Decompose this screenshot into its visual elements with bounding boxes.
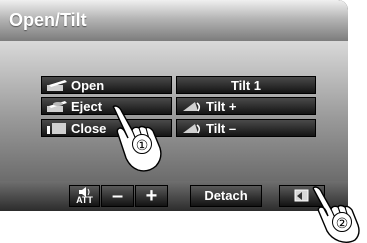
- tilt-plus-button[interactable]: Tilt +: [176, 97, 316, 115]
- device-screen: Open/Tilt Open Eject Close Tilt 1 Tilt +…: [0, 0, 348, 211]
- att-label: ATT: [76, 195, 93, 205]
- volume-up-button[interactable]: +: [135, 185, 168, 207]
- tilt-1-label: Tilt 1: [230, 78, 262, 93]
- open-label: Open: [71, 78, 105, 93]
- page-title: Open/Tilt: [9, 10, 87, 30]
- bottom-bar: ATT – + Detach: [0, 181, 348, 211]
- tilt-minus-label: Tilt –: [206, 121, 237, 136]
- open-icon: [47, 80, 67, 91]
- tilt-plus-icon: [183, 102, 201, 112]
- detach-button[interactable]: Detach: [190, 185, 262, 207]
- callout-1: ①: [108, 104, 168, 174]
- volume-down-button[interactable]: –: [101, 185, 134, 207]
- callout-number-2: ②: [332, 212, 352, 232]
- tilt-minus-icon: [183, 124, 201, 134]
- callout-number-1: ①: [132, 134, 152, 154]
- close-icon: [47, 123, 66, 134]
- tilt-1-button[interactable]: Tilt 1: [176, 76, 316, 94]
- title-bar: Open/Tilt: [0, 0, 348, 41]
- open-button[interactable]: Open: [41, 76, 172, 94]
- callout-2: ②: [310, 186, 367, 243]
- close-label: Close: [71, 121, 107, 136]
- att-button[interactable]: ATT: [69, 185, 100, 207]
- eject-icon: [47, 101, 67, 112]
- tilt-plus-label: Tilt +: [206, 99, 237, 114]
- open-tilt-panel: Open Eject Close Tilt 1 Tilt + Tilt –: [0, 41, 348, 181]
- tilt-minus-button[interactable]: Tilt –: [176, 119, 316, 137]
- eject-label: Eject: [71, 99, 103, 114]
